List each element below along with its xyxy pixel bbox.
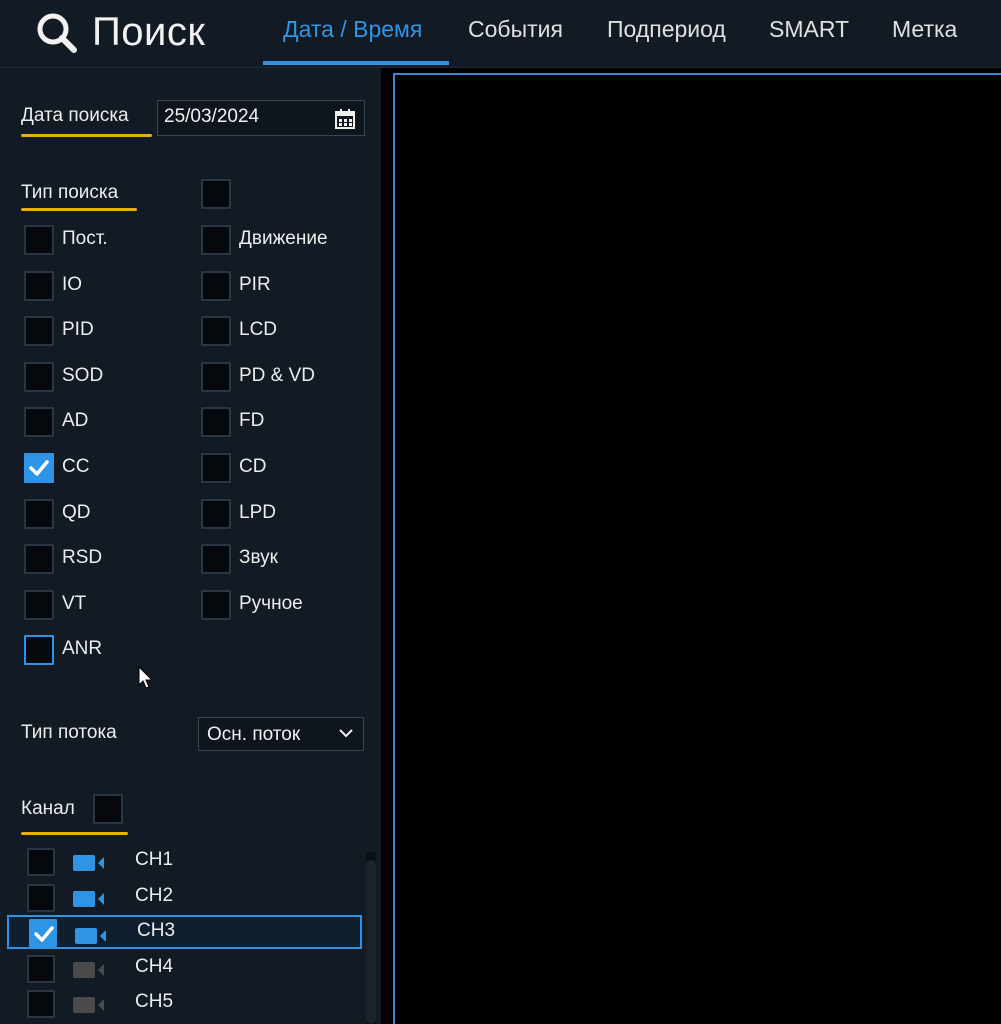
search-type-select-all-checkbox[interactable] — [201, 179, 231, 209]
channel-checkbox[interactable] — [27, 990, 55, 1018]
camera-icon — [73, 997, 104, 1013]
search-date-field[interactable]: 25/03/2024 — [157, 100, 365, 136]
channel-label-text: CH4 — [135, 956, 174, 977]
search-type-checkbox[interactable] — [24, 544, 54, 574]
channel-row[interactable]: CH2 — [7, 880, 362, 914]
search-type-checkbox[interactable] — [24, 407, 54, 437]
channel-row[interactable]: CH3 — [7, 915, 362, 949]
search-sidebar: Дата поиска 25/03/2024 Тип поиска Пост. I… — [0, 68, 381, 1024]
search-type-option-label: QD — [62, 502, 91, 523]
channel-checkbox[interactable] — [27, 955, 55, 983]
stream-type-label: Тип потока — [21, 722, 117, 743]
channel-label: Канал — [21, 798, 75, 819]
search-type-option-label: RSD — [62, 547, 103, 568]
search-type-option-label: Пост. — [62, 228, 108, 249]
tab-subperiod[interactable]: Подпериод — [607, 16, 726, 60]
search-type-label: Тип поиска — [21, 182, 119, 203]
search-type-option-label: Ручное — [239, 593, 303, 614]
search-type-option-label: CC — [62, 456, 90, 477]
channel-checkbox[interactable] — [27, 884, 55, 912]
search-type-option-label: Движение — [239, 228, 328, 249]
tab-date-time[interactable]: Дата / Время — [283, 16, 422, 60]
camera-icon — [73, 962, 104, 978]
channel-row[interactable]: CH1 — [7, 844, 362, 878]
search-type-option-label: CD — [239, 456, 267, 477]
channel-label-text: CH1 — [135, 849, 174, 870]
search-type-checkbox[interactable] — [201, 407, 231, 437]
search-type-option-label: VT — [62, 593, 87, 614]
search-icon — [37, 13, 77, 53]
checkmark-icon — [29, 460, 49, 476]
search-date-label: Дата поиска — [21, 105, 129, 126]
calendar-icon[interactable] — [334, 108, 356, 130]
channel-row[interactable]: CH4 — [7, 951, 362, 985]
tab-tag[interactable]: Метка — [892, 16, 957, 60]
tab-smart[interactable]: SMART — [769, 16, 849, 60]
search-type-option-label: LPD — [239, 502, 276, 523]
stream-type-dropdown[interactable]: Осн. поток — [198, 717, 364, 751]
search-type-option-label: AD — [62, 410, 89, 431]
search-logo: Поиск — [34, 10, 205, 54]
search-type-checkbox[interactable] — [201, 362, 231, 392]
search-type-checkbox[interactable] — [201, 453, 231, 483]
stream-type-value: Осн. поток — [207, 724, 301, 745]
search-type-checkbox[interactable] — [24, 635, 54, 665]
camera-icon — [73, 855, 104, 871]
search-type-checkbox[interactable] — [201, 225, 231, 255]
search-type-underline — [21, 208, 137, 211]
search-type-checkbox[interactable] — [24, 225, 54, 255]
search-type-checkbox[interactable] — [24, 499, 54, 529]
chevron-down-icon — [339, 729, 353, 738]
search-type-option-label: Звук — [239, 547, 278, 568]
search-type-checkbox[interactable] — [24, 271, 54, 301]
search-type-checkbox[interactable] — [201, 590, 231, 620]
channel-label-text: CH3 — [137, 920, 176, 941]
channel-checkbox[interactable] — [29, 919, 57, 947]
playback-video-panel[interactable] — [393, 73, 1001, 1024]
search-date-underline — [21, 134, 152, 137]
checkmark-icon — [34, 926, 54, 942]
search-date-value: 25/03/2024 — [164, 106, 260, 127]
search-type-checkbox[interactable] — [24, 362, 54, 392]
channel-scrollbar-thumb[interactable] — [366, 860, 376, 1024]
channel-label-text: CH2 — [135, 885, 174, 906]
page-title: Поиск — [92, 10, 206, 54]
search-type-option-label: LCD — [239, 319, 278, 340]
mouse-cursor-icon — [138, 666, 154, 689]
search-type-option-label: PIR — [239, 274, 271, 295]
tab-events[interactable]: События — [468, 16, 563, 60]
channel-scrollbar[interactable] — [366, 852, 376, 1024]
search-type-option-label: FD — [239, 410, 265, 431]
channel-row[interactable]: CH5 — [7, 986, 362, 1020]
search-type-option-label: PID — [62, 319, 94, 340]
search-type-checkbox[interactable] — [24, 453, 54, 483]
search-type-option-label: IO — [62, 274, 83, 295]
search-type-checkbox[interactable] — [201, 499, 231, 529]
top-bar: Поиск Дата / Время События Подпериод SMA… — [0, 0, 1001, 68]
search-type-checkbox[interactable] — [201, 316, 231, 346]
channel-select-all-checkbox[interactable] — [93, 794, 123, 824]
channel-checkbox[interactable] — [27, 848, 55, 876]
search-type-option-label: SOD — [62, 365, 104, 386]
channel-label-text: CH5 — [135, 991, 174, 1012]
search-type-checkbox[interactable] — [201, 544, 231, 574]
active-tab-indicator — [263, 61, 449, 65]
search-type-option-label: PD & VD — [239, 365, 316, 386]
channel-underline — [21, 832, 128, 835]
search-type-checkbox[interactable] — [24, 590, 54, 620]
search-type-option-label: ANR — [62, 638, 103, 659]
search-type-checkbox[interactable] — [201, 271, 231, 301]
camera-icon — [73, 891, 104, 907]
camera-icon — [75, 928, 106, 944]
search-type-checkbox[interactable] — [24, 316, 54, 346]
